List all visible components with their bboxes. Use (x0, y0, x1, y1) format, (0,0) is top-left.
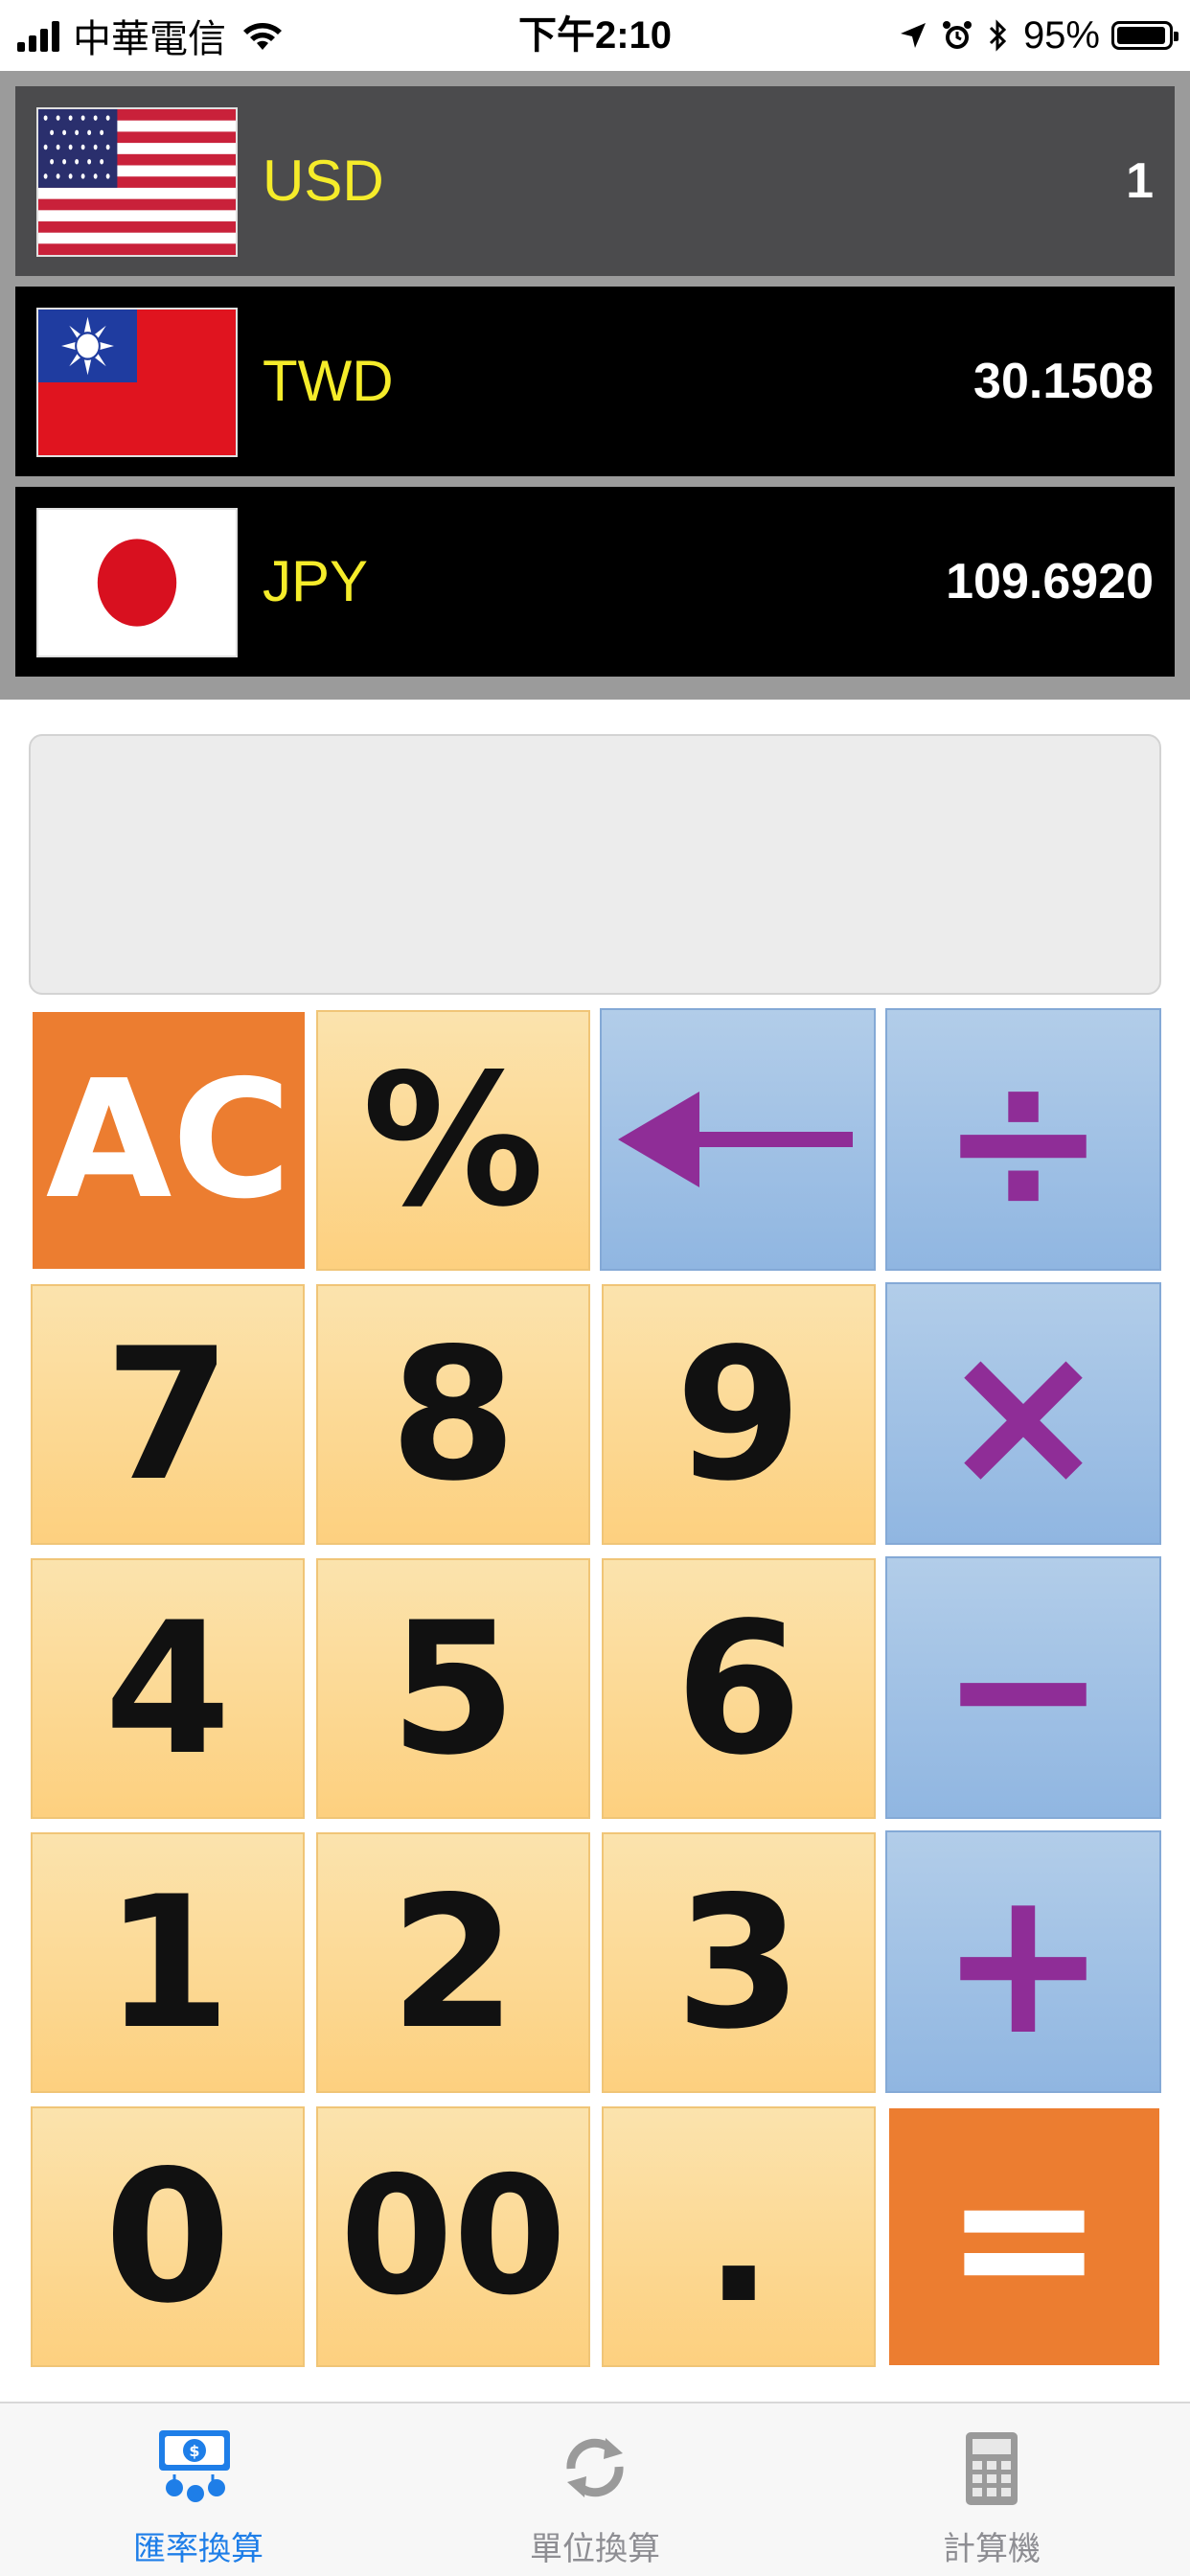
bluetooth-icon (987, 18, 1010, 53)
key-9[interactable]: 9 (602, 1284, 876, 1545)
battery-percentage: 95% (1022, 13, 1100, 57)
key-00[interactable]: 00 (316, 2106, 590, 2367)
key-2[interactable]: 2 (316, 1832, 590, 2093)
currency-rate: 109.6920 (946, 554, 1154, 610)
taiwan-flag-icon (36, 308, 238, 457)
location-arrow-icon (899, 21, 927, 50)
svg-text:$: $ (189, 2442, 199, 2460)
currency-code: USD (263, 149, 384, 213)
currency-code: TWD (263, 349, 394, 413)
arrow-left-icon (618, 1092, 853, 1187)
currency-row-jpy[interactable]: JPY 109.6920 (15, 487, 1175, 677)
currency-row-twd[interactable]: TWD 30.1508 (15, 287, 1175, 476)
currency-exchange-icon: $ (159, 2430, 230, 2502)
backspace-button[interactable] (600, 1008, 876, 1271)
key-6[interactable]: 6 (602, 1558, 876, 1819)
divide-button[interactable]: ÷ (885, 1008, 1161, 1271)
key-4[interactable]: 4 (31, 1558, 305, 1819)
japan-flag-icon (36, 508, 238, 657)
key-8[interactable]: 8 (316, 1284, 590, 1545)
tab-currency-exchange[interactable]: $ 匯率換算 (0, 2404, 397, 2576)
multiply-button[interactable]: × (885, 1282, 1161, 1545)
percent-button[interactable]: % (316, 1010, 590, 1271)
alarm-icon (941, 19, 973, 52)
key-7[interactable]: 7 (31, 1284, 305, 1545)
plus-button[interactable]: + (885, 1830, 1161, 2093)
decimal-button[interactable]: . (602, 2106, 876, 2367)
key-3[interactable]: 3 (602, 1832, 876, 2093)
tab-label: 計算機 (943, 2530, 1041, 2568)
tab-bar: $ 匯率換算 單位換算 計算機 (0, 2402, 1190, 2576)
currency-code: JPY (263, 549, 369, 613)
calculator-display (29, 734, 1161, 995)
currency-row-usd[interactable]: USD 1 (15, 86, 1175, 276)
key-5[interactable]: 5 (316, 1558, 590, 1819)
currency-rate: 1 (1126, 153, 1154, 209)
status-bar: 中華電信 下午2:10 95% (0, 0, 1190, 71)
minus-button[interactable]: − (885, 1556, 1161, 1819)
refresh-icon (566, 2438, 624, 2497)
equals-button[interactable]: = (889, 2108, 1159, 2365)
currency-list: USD 1 TWD 30.1508 JPY 109.6920 (0, 71, 1190, 700)
us-flag-icon (36, 107, 238, 257)
battery-icon (1111, 21, 1179, 50)
tab-calculator[interactable]: 計算機 (793, 2404, 1190, 2576)
currency-rate: 30.1508 (973, 354, 1154, 409)
ac-button[interactable]: AC (33, 1012, 305, 1269)
status-right: 95% (885, 10, 1179, 61)
tab-label: 匯率換算 (133, 2530, 263, 2568)
calculator-icon (966, 2432, 1018, 2505)
key-0[interactable]: 0 (31, 2106, 305, 2367)
tab-unit-conversion[interactable]: 單位換算 (397, 2404, 793, 2576)
key-1[interactable]: 1 (31, 1832, 305, 2093)
tab-label: 單位換算 (530, 2530, 660, 2568)
